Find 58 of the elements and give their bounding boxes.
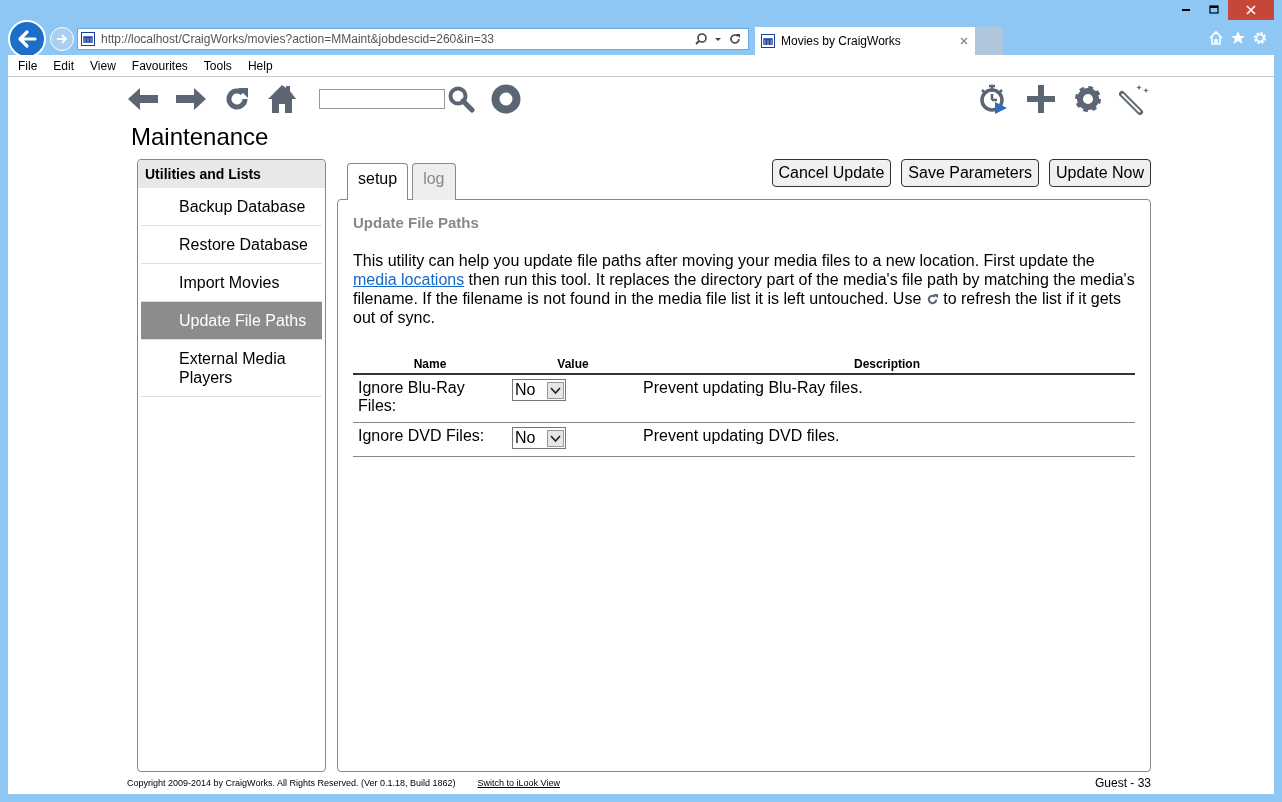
stopwatch-icon[interactable] xyxy=(977,83,1009,115)
sidebar-item[interactable]: Restore Database xyxy=(141,226,322,264)
home-icon[interactable] xyxy=(267,84,297,114)
address-bar[interactable]: http://localhost/CraigWorks/movies?action=MMaint&jobdescid=260&in=33 xyxy=(77,28,749,50)
search-icon[interactable] xyxy=(447,85,475,113)
caret-icon xyxy=(547,429,564,447)
copyright-text: Copyright 2009-2014 by CraigWorks. All Rights Reserved. (Ver 0.1.18, Build 1862) xyxy=(127,778,456,788)
arrow-right-icon[interactable] xyxy=(175,86,207,112)
arrow-left-icon[interactable] xyxy=(127,86,159,112)
section-title: Update File Paths xyxy=(353,214,480,231)
refresh-icon[interactable] xyxy=(728,32,742,46)
setting-description: Prevent updating Blu-Ray files. xyxy=(643,379,863,396)
address-text: http://localhost/CraigWorks/movies?action=MMaint&jobdescid=260&in=33 xyxy=(101,32,495,46)
sidebar-item[interactable]: External Media Players xyxy=(141,340,322,397)
sidebar-heading: Utilities and Lists xyxy=(138,160,325,188)
value-dropdown[interactable]: No xyxy=(512,379,566,401)
close-icon xyxy=(1246,5,1256,15)
column-header: Name xyxy=(353,355,507,374)
site-logo-icon xyxy=(81,32,95,46)
setting-description: Prevent updating DVD files. xyxy=(643,427,840,444)
menu-item[interactable]: Favourites xyxy=(123,58,196,73)
setting-name: Ignore Blu-Ray Files: xyxy=(358,379,465,414)
ring-icon[interactable] xyxy=(491,84,521,114)
maximize-icon xyxy=(1209,5,1219,15)
search-field[interactable] xyxy=(319,89,445,109)
column-header: Description xyxy=(639,355,1135,374)
user-label: Guest - 33 xyxy=(1094,776,1151,790)
page-title: Maintenance xyxy=(131,123,270,152)
back-button[interactable] xyxy=(8,20,46,58)
caret-icon xyxy=(547,381,564,399)
menu-item[interactable]: Tools xyxy=(195,58,240,73)
action-button[interactable]: Cancel Update xyxy=(771,159,892,187)
action-button[interactable]: Update Now xyxy=(1048,159,1151,187)
menu-item[interactable]: Edit xyxy=(45,58,83,73)
search-icon[interactable] xyxy=(694,32,708,46)
value-dropdown[interactable]: No xyxy=(512,427,566,449)
close-tab-icon[interactable] xyxy=(959,36,969,46)
star-icon[interactable] xyxy=(1230,30,1246,46)
switch-view-link[interactable]: Switch to iLook View xyxy=(477,778,560,788)
media-locations-link[interactable]: media locations xyxy=(353,271,465,288)
gear-icon[interactable] xyxy=(1073,84,1103,114)
browser-tab[interactable]: Movies by CraigWorks xyxy=(755,27,975,55)
menu-item[interactable]: File xyxy=(10,58,46,73)
description-paragraph: This utility can help you update file paths after moving your media files to a new location. First update the media locations then run this tool. It replaces the directory part of the media's file path by matching the media's filename. If the filename is not found in the media file list it is left untouched. Use to refresh the list if it gets out of sync. xyxy=(353,251,1135,327)
arrow-left-icon xyxy=(16,28,38,50)
column-header: Value xyxy=(507,355,639,374)
menu-item[interactable]: Help xyxy=(239,58,281,73)
refresh-icon xyxy=(925,293,939,306)
magic-wand-icon[interactable] xyxy=(1119,83,1151,115)
site-logo-icon xyxy=(761,34,775,48)
sidebar-item[interactable]: Backup Database xyxy=(141,188,322,226)
plus-icon[interactable] xyxy=(1025,83,1057,115)
tab[interactable]: setup xyxy=(347,163,409,200)
setting-name: Ignore DVD Files: xyxy=(358,427,485,444)
arrow-right-icon xyxy=(55,32,69,46)
menu-item[interactable]: View xyxy=(82,58,124,73)
minimize-icon xyxy=(1182,9,1190,11)
action-button[interactable]: Save Parameters xyxy=(901,159,1039,187)
